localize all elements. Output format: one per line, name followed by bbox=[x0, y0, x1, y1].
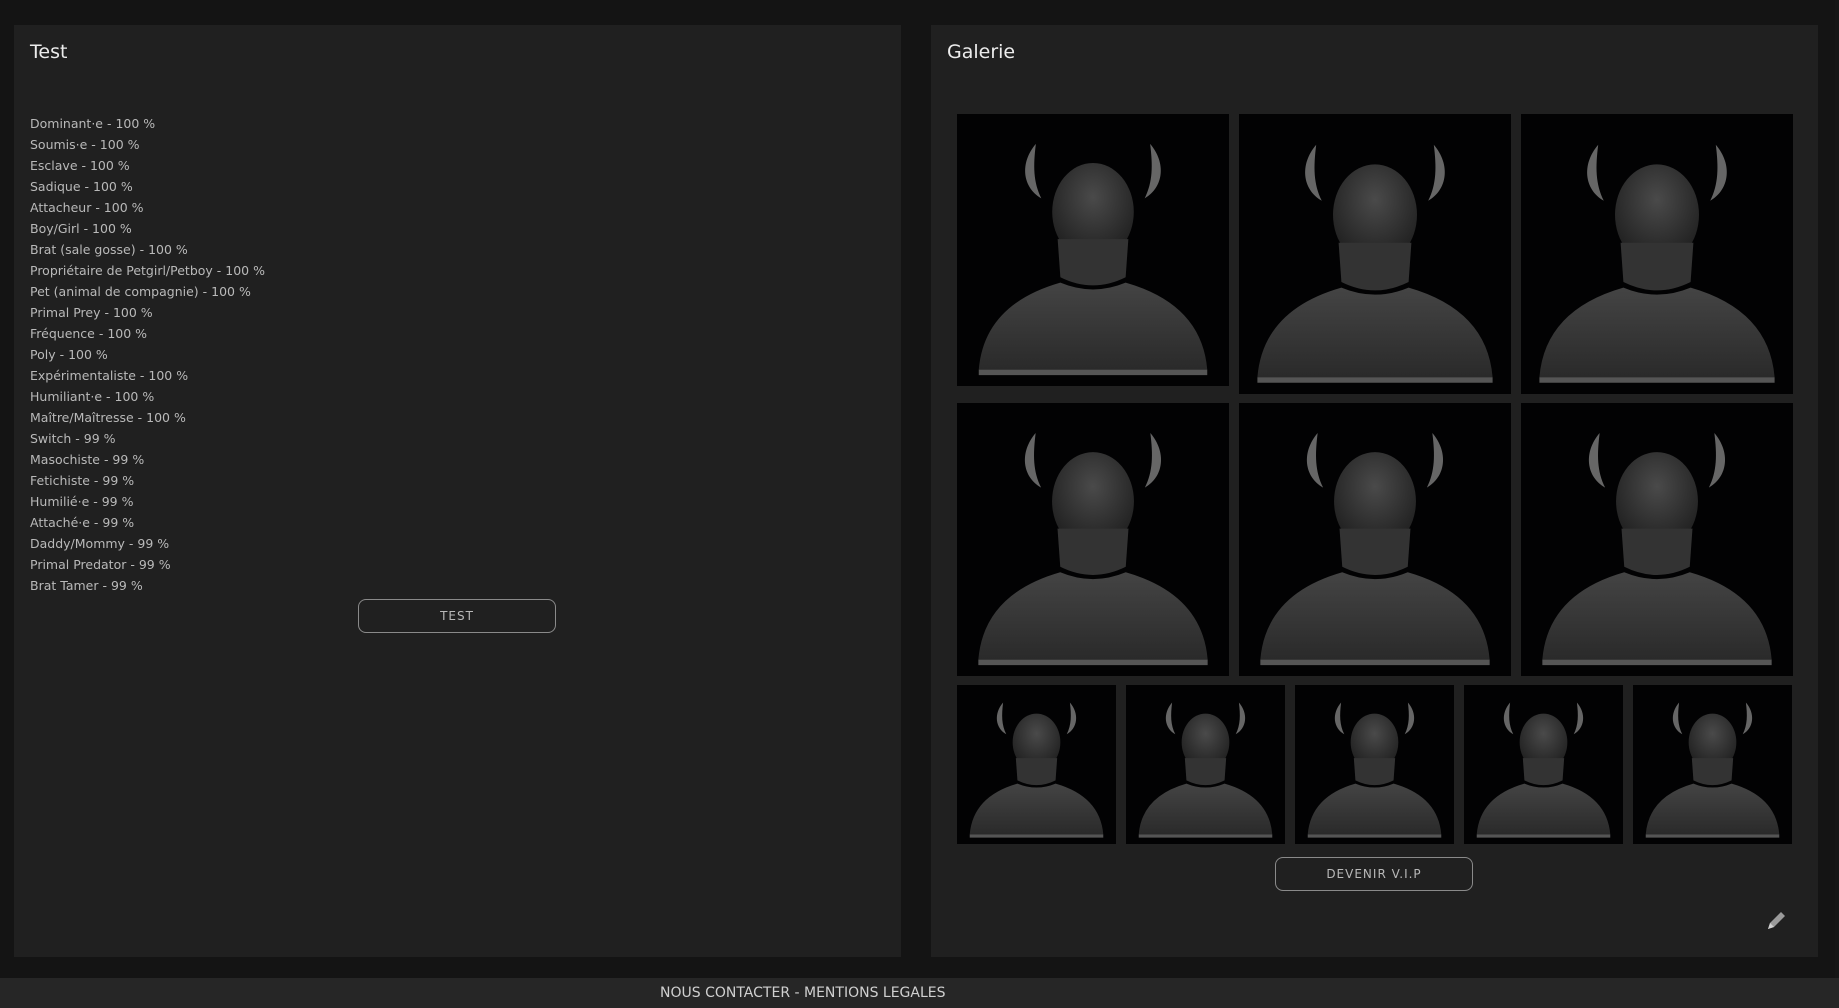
test-result-item: Sadique - 100 % bbox=[30, 179, 133, 194]
test-result-item: Propriétaire de Petgirl/Petboy - 100 % bbox=[30, 263, 265, 278]
test-result-item: Dominant·e - 100 % bbox=[30, 116, 156, 131]
gallery-image[interactable] bbox=[957, 114, 1229, 386]
test-result-item: Switch - 99 % bbox=[30, 431, 116, 446]
horned-silhouette-avatar-icon bbox=[1257, 144, 1493, 383]
horned-silhouette-avatar-icon bbox=[1476, 702, 1611, 838]
scrollbar-track[interactable] bbox=[1835, 0, 1839, 978]
horned-silhouette-avatar-icon bbox=[1138, 702, 1273, 838]
horned-silhouette-avatar-icon bbox=[1645, 702, 1780, 838]
gallery-image[interactable] bbox=[1521, 403, 1793, 676]
test-result-item: Masochiste - 99 % bbox=[30, 452, 145, 467]
test-result-item: Fetichiste - 99 % bbox=[30, 473, 135, 488]
gallery-image[interactable] bbox=[1464, 685, 1623, 844]
gallery-image[interactable] bbox=[1239, 114, 1511, 394]
test-result-item: Humilié·e - 99 % bbox=[30, 494, 134, 509]
test-result-item: Brat (sale gosse) - 100 % bbox=[30, 242, 188, 257]
test-result-item: Attaché·e - 99 % bbox=[30, 515, 135, 530]
gallery-image[interactable] bbox=[1126, 685, 1285, 844]
test-result-item: Fréquence - 100 % bbox=[30, 326, 148, 341]
horned-silhouette-avatar-icon bbox=[978, 433, 1208, 666]
test-result-item: Soumis·e - 100 % bbox=[30, 137, 140, 152]
test-result-item: Pet (animal de compagnie) - 100 % bbox=[30, 284, 251, 299]
test-result-item: Poly - 100 % bbox=[30, 347, 108, 362]
become-vip-button[interactable]: DEVENIR V.I.P bbox=[1275, 857, 1473, 891]
test-result-item: Brat Tamer - 99 % bbox=[30, 578, 143, 593]
test-panel: Test Dominant·e - 100 % Soumis·e - 100 % E… bbox=[14, 25, 901, 957]
test-panel-title: Test bbox=[30, 41, 68, 63]
horned-silhouette-avatar-icon bbox=[1260, 433, 1490, 666]
gallery-image[interactable] bbox=[957, 403, 1229, 676]
horned-silhouette-avatar-icon bbox=[1307, 702, 1442, 838]
test-result-item: Esclave - 100 % bbox=[30, 158, 130, 173]
test-result-item: Maître/Maîtresse - 100 % bbox=[30, 410, 186, 425]
test-result-item: Humiliant·e - 100 % bbox=[30, 389, 155, 404]
footer: NOUS CONTACTER - MENTIONS LEGALES bbox=[0, 978, 1839, 1008]
horned-silhouette-avatar-icon bbox=[969, 702, 1104, 838]
test-result-item: Expérimentaliste - 100 % bbox=[30, 368, 189, 383]
gallery-image[interactable] bbox=[1633, 685, 1792, 844]
horned-silhouette-avatar-icon bbox=[1539, 144, 1775, 383]
pencil-icon[interactable] bbox=[1764, 909, 1788, 933]
gallery-image[interactable] bbox=[1295, 685, 1454, 844]
gallery-image[interactable] bbox=[957, 685, 1116, 844]
footer-links: NOUS CONTACTER - MENTIONS LEGALES bbox=[660, 985, 946, 1001]
legal-notice-link[interactable]: MENTIONS LEGALES bbox=[804, 985, 946, 1001]
test-result-item: Boy/Girl - 100 % bbox=[30, 221, 132, 236]
gallery-panel: Galerie DEVENIR V.I.P bbox=[931, 25, 1818, 957]
horned-silhouette-avatar-icon bbox=[978, 143, 1208, 376]
gallery-image[interactable] bbox=[1239, 403, 1511, 676]
gallery-panel-title: Galerie bbox=[947, 41, 1016, 63]
test-result-item: Daddy/Mommy - 99 % bbox=[30, 536, 170, 551]
gallery-image[interactable] bbox=[1521, 114, 1793, 394]
contact-link[interactable]: NOUS CONTACTER bbox=[660, 985, 790, 1001]
footer-separator: - bbox=[790, 985, 804, 1001]
test-result-item: Primal Predator - 99 % bbox=[30, 557, 171, 572]
test-button[interactable]: TEST bbox=[358, 599, 556, 633]
test-result-item: Attacheur - 100 % bbox=[30, 200, 144, 215]
test-results-list: Dominant·e - 100 % Soumis·e - 100 % Esclav… bbox=[30, 113, 265, 596]
horned-silhouette-avatar-icon bbox=[1542, 433, 1772, 666]
test-result-item: Primal Prey - 100 % bbox=[30, 305, 153, 320]
